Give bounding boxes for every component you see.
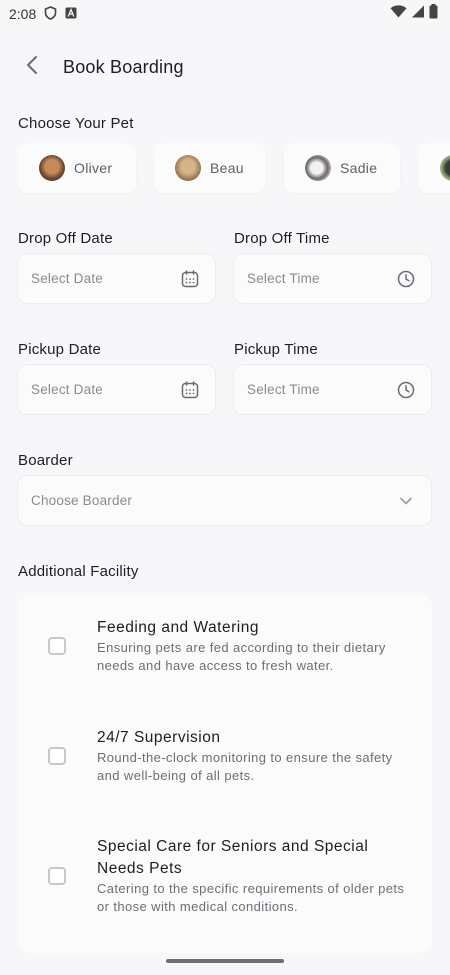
drop-off-time-field[interactable]: Select Time: [233, 253, 432, 304]
drop-off-date-label: Drop Off Date: [18, 230, 113, 247]
facility-description: Round-the-clock monitoring to ensure the…: [97, 750, 393, 783]
calendar-icon: [179, 268, 201, 290]
status-bar: 2:08: [0, 0, 450, 28]
facility-item-supervision[interactable]: 24/7 Supervision Round-the-clock monitor…: [18, 705, 432, 815]
pet-name: Beau: [210, 160, 244, 176]
pickup-date-label: Pickup Date: [18, 341, 102, 358]
facility-item-special-care[interactable]: Special Care for Seniors and Special Nee…: [18, 815, 432, 953]
additional-facility-label: Additional Facility: [18, 563, 139, 580]
home-indicator[interactable]: [166, 959, 284, 963]
signal-icon: [411, 5, 425, 23]
chevron-left-icon: [25, 55, 39, 80]
pickup-time-placeholder: Select Time: [247, 382, 320, 397]
choose-pet-label: Choose Your Pet: [18, 115, 134, 132]
facility-title: 24/7 Supervision: [97, 729, 221, 746]
pickup-time-field[interactable]: Select Time: [233, 364, 432, 415]
wifi-icon: [390, 5, 407, 23]
pet-chip-beau[interactable]: Beau: [154, 143, 266, 193]
shield-icon: [44, 5, 57, 23]
drop-off-date-field[interactable]: Select Date: [17, 253, 216, 304]
app-header: Book Boarding: [0, 50, 450, 84]
back-button[interactable]: [20, 55, 44, 79]
pet-avatar: [440, 155, 450, 181]
pet-avatar: [175, 155, 201, 181]
page-title: Book Boarding: [63, 56, 184, 77]
facility-list: Feeding and Watering Ensuring pets are f…: [18, 595, 432, 953]
facility-description: Catering to the specific requirements of…: [97, 881, 405, 914]
pet-chip-oliver[interactable]: Oliver: [18, 143, 136, 193]
pet-name: Oliver: [74, 160, 113, 176]
pet-selector: Oliver Beau Sadie: [18, 143, 450, 195]
facility-title: Feeding and Watering: [97, 619, 259, 636]
facility-title: Special Care for Seniors and Special Nee…: [97, 838, 369, 877]
drop-off-time-label: Drop Off Time: [234, 230, 330, 247]
drop-off-time-placeholder: Select Time: [247, 271, 320, 286]
drop-off-date-placeholder: Select Date: [31, 271, 103, 286]
boarder-label: Boarder: [18, 452, 73, 469]
pet-name: Sadie: [340, 160, 378, 176]
boarder-placeholder: Choose Boarder: [31, 493, 133, 508]
facility-description: Ensuring pets are fed according to their…: [97, 640, 386, 673]
chevron-down-icon: [395, 490, 417, 512]
facility-item-feeding[interactable]: Feeding and Watering Ensuring pets are f…: [18, 595, 432, 705]
special-care-checkbox[interactable]: [48, 867, 66, 885]
supervision-checkbox[interactable]: [48, 747, 66, 765]
pet-chip-sadie[interactable]: Sadie: [284, 143, 400, 193]
pet-chip-partial[interactable]: [418, 143, 450, 193]
battery-icon: [429, 4, 438, 24]
clock-icon: [395, 379, 417, 401]
pet-avatar: [305, 155, 331, 181]
boarder-select[interactable]: Choose Boarder: [17, 475, 432, 526]
feeding-checkbox[interactable]: [48, 637, 66, 655]
font-icon: [65, 6, 77, 22]
pickup-date-placeholder: Select Date: [31, 382, 103, 397]
calendar-icon: [179, 379, 201, 401]
pet-avatar: [39, 155, 65, 181]
pickup-time-label: Pickup Time: [234, 341, 318, 358]
status-time: 2:08: [9, 6, 37, 22]
clock-icon: [395, 268, 417, 290]
pickup-date-field[interactable]: Select Date: [17, 364, 216, 415]
